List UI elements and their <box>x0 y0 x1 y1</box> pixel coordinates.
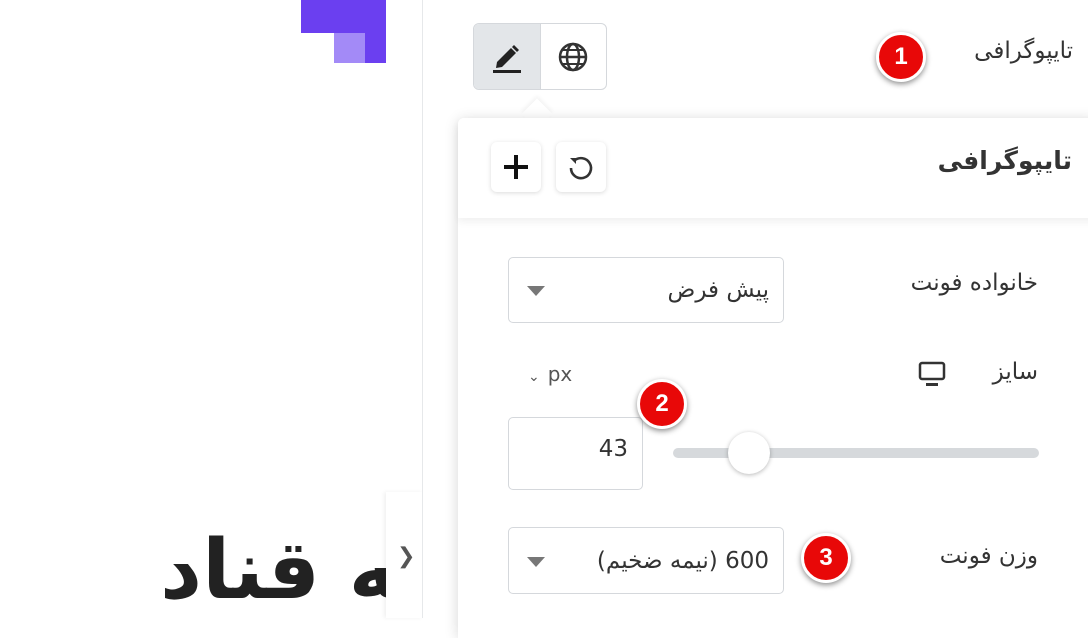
logo-shape <box>365 0 386 63</box>
editor-canvas: به قناد <box>0 0 386 618</box>
typography-toggle <box>473 23 607 90</box>
reset-icon <box>569 156 593 180</box>
font-weight-value: 600 (نیمه ضخیم) <box>596 547 769 574</box>
annotation-badge-3: 3 <box>801 533 851 583</box>
global-typography-button[interactable] <box>540 24 606 89</box>
plus-icon <box>504 155 528 179</box>
chevron-down-icon: ⌄ <box>528 369 540 385</box>
desktop-icon[interactable] <box>918 360 946 388</box>
edit-typography-button[interactable] <box>474 24 541 89</box>
annotation-badge-1: 1 <box>876 32 926 82</box>
caret-down-icon <box>527 556 545 567</box>
font-weight-select[interactable]: 600 (نیمه ضخیم) <box>508 527 784 594</box>
chevron-right-icon: ❯ <box>397 544 416 569</box>
typography-label: تایپوگرافی <box>974 38 1073 64</box>
popover-title: تایپوگرافی <box>937 146 1072 175</box>
size-value: 43 <box>598 436 628 462</box>
font-family-label: خانواده فونت <box>910 270 1038 296</box>
globe-icon <box>558 42 588 71</box>
font-family-value: پیش فرض <box>667 277 769 303</box>
size-input[interactable]: 43 <box>508 417 643 490</box>
logo-shape <box>334 33 365 63</box>
add-button[interactable] <box>491 142 541 192</box>
font-weight-label: وزن فونت <box>939 543 1038 569</box>
size-label: سایز <box>992 359 1038 385</box>
popover-header: تایپوگرافی <box>458 118 1088 218</box>
pencil-icon <box>493 44 521 73</box>
size-slider-handle[interactable] <box>728 432 770 474</box>
unit-value: px <box>547 362 573 386</box>
canvas-heading[interactable]: به قناد <box>160 530 386 612</box>
annotation-badge-2: 2 <box>637 379 687 429</box>
collapse-panel-button[interactable]: ❯ <box>386 492 423 618</box>
font-family-select[interactable]: پیش فرض <box>508 257 784 323</box>
caret-down-icon <box>527 286 545 296</box>
reset-button[interactable] <box>556 142 606 192</box>
unit-select[interactable]: ⌄ px <box>528 362 572 386</box>
